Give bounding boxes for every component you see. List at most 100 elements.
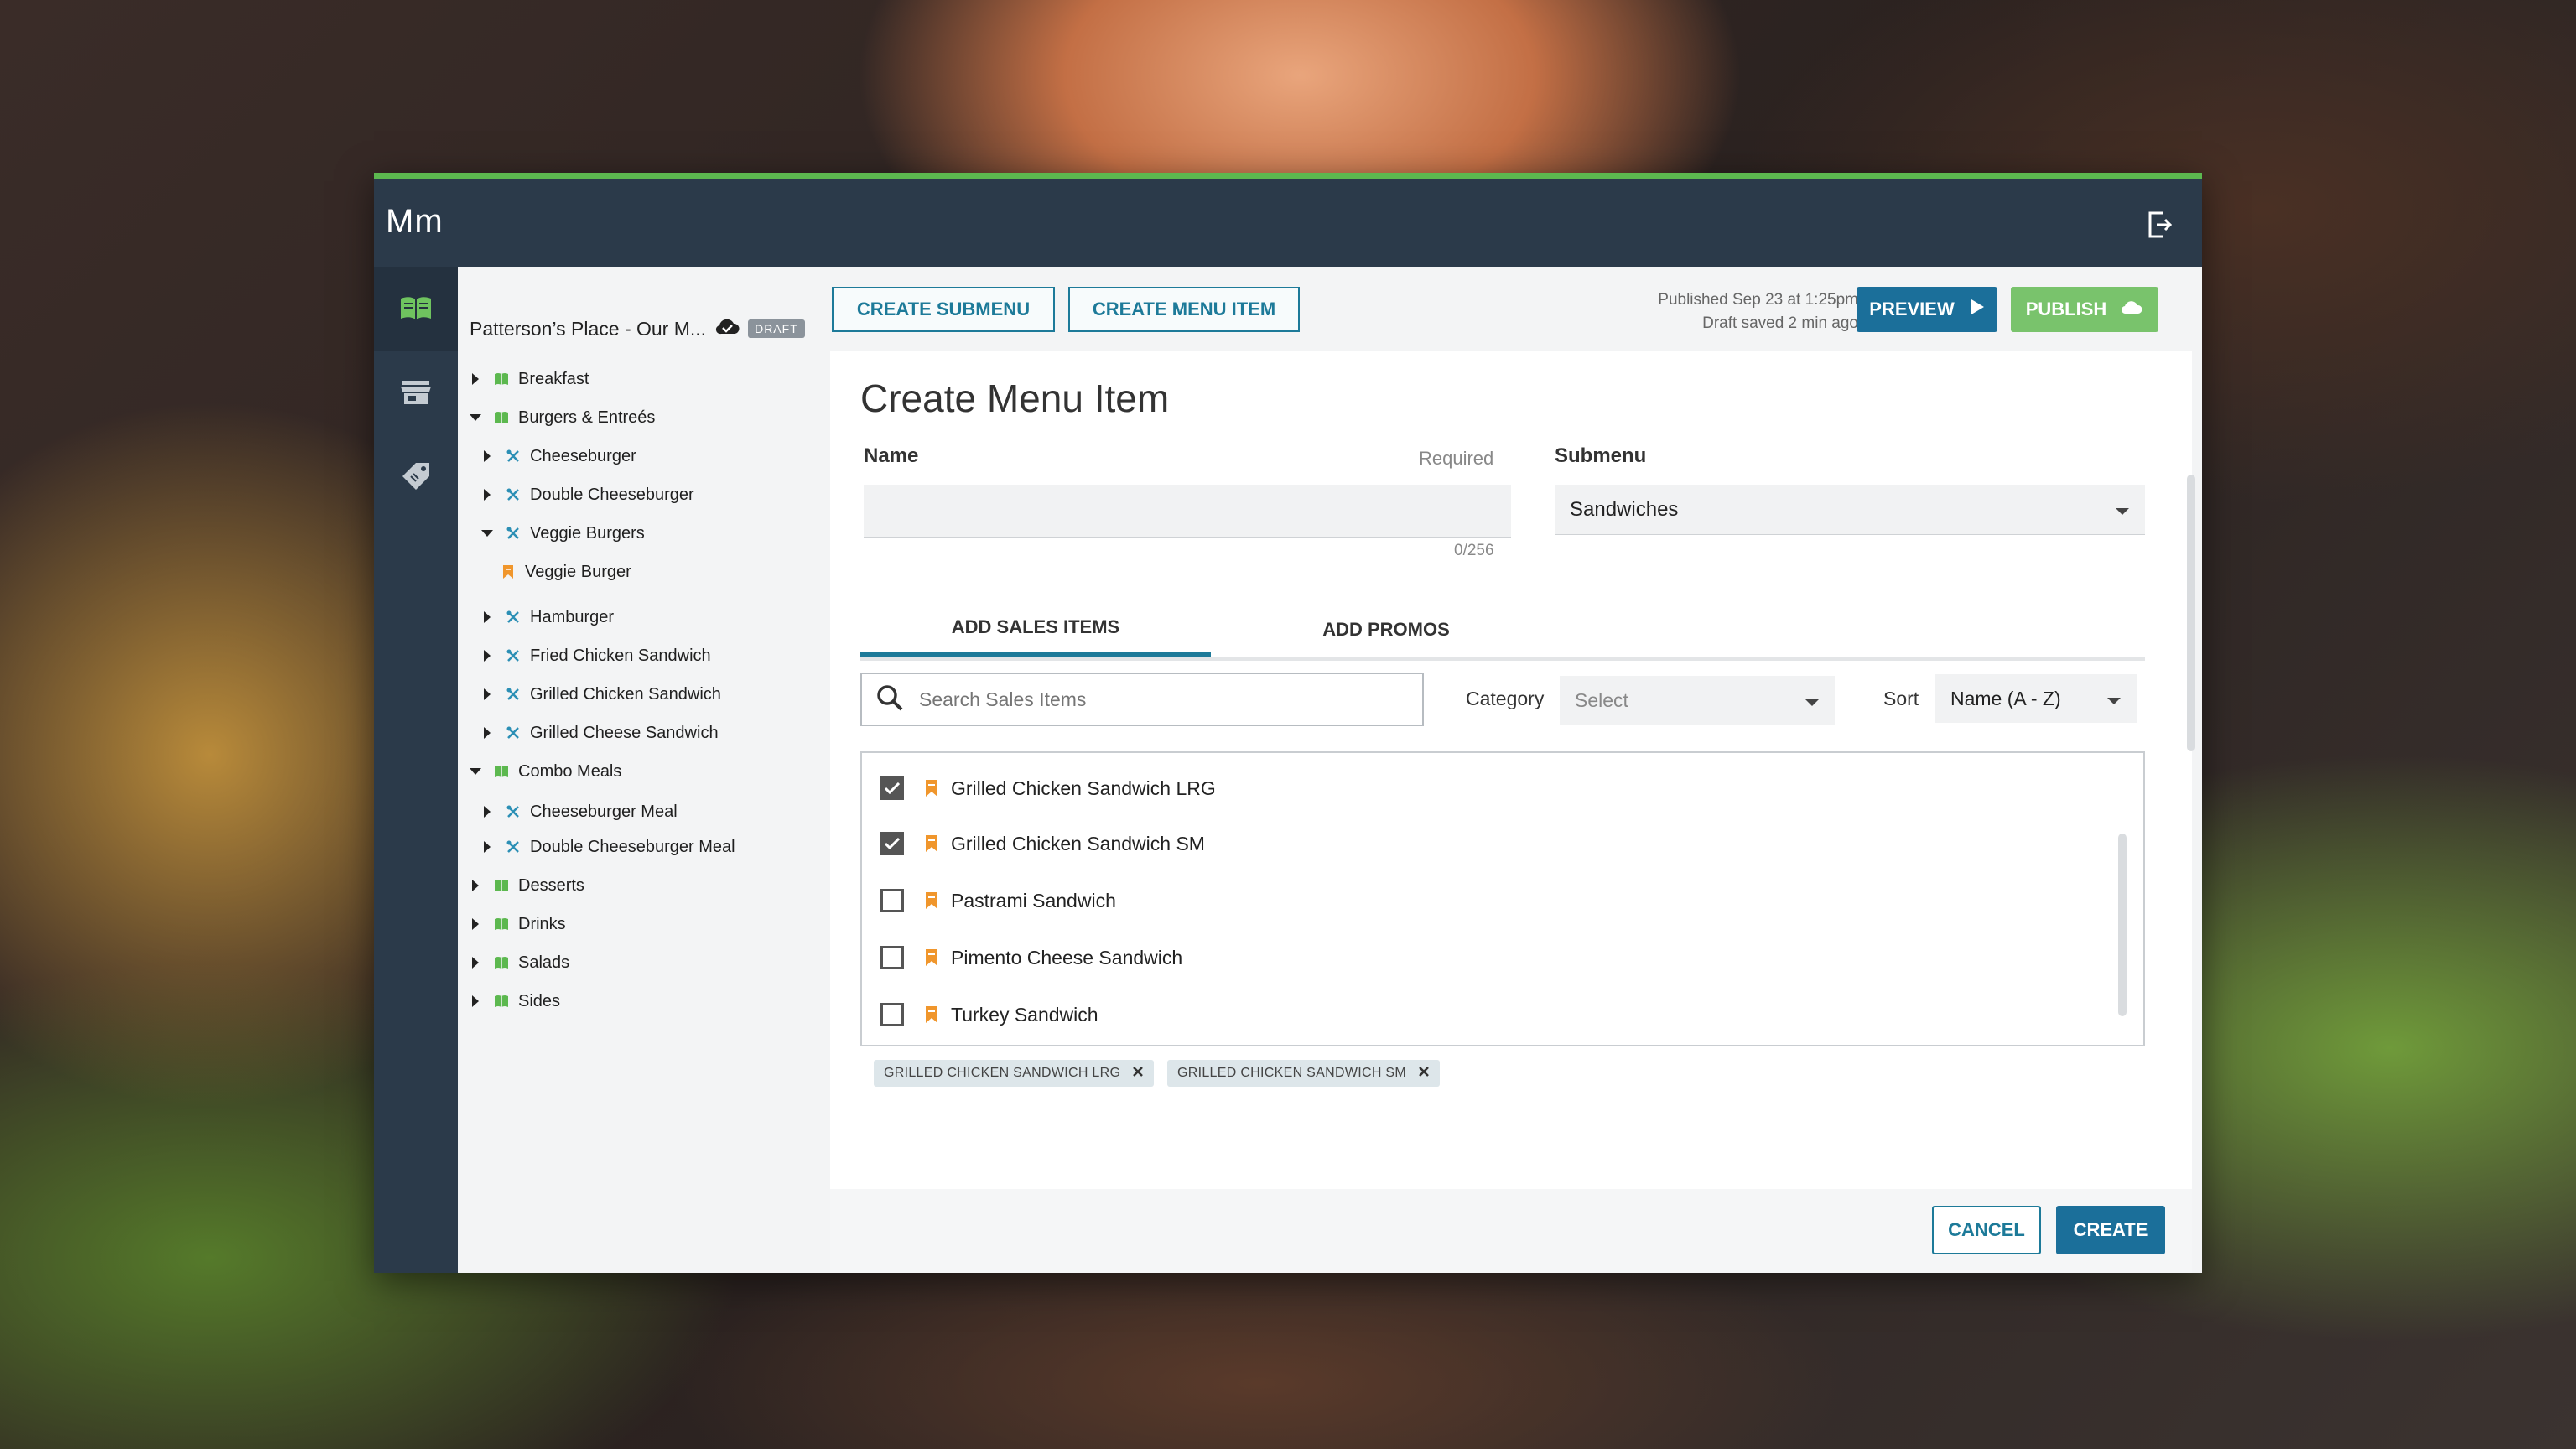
close-icon[interactable] [1418, 1066, 1430, 1082]
tree-item[interactable]: Cheeseburger Meal [478, 795, 678, 828]
utensils-icon [505, 686, 522, 703]
tab-add-promos[interactable]: ADD PROMOS [1211, 602, 1561, 657]
name-input[interactable] [864, 485, 1511, 538]
search-icon [875, 683, 904, 716]
sales-items-list: Grilled Chicken Sandwich LRG Grilled Chic… [860, 751, 2145, 1046]
checkbox[interactable] [880, 946, 904, 969]
store-icon[interactable] [374, 351, 458, 434]
bookmark-icon [924, 834, 939, 853]
sales-item-row[interactable]: Pimento Cheese Sandwich [880, 932, 1182, 983]
menu-book-icon[interactable] [374, 267, 458, 351]
checkbox-checked[interactable] [880, 776, 904, 800]
logout-icon[interactable] [2147, 210, 2174, 240]
bookmark-icon [924, 948, 939, 967]
chevron-down-icon [2106, 688, 2122, 710]
tree-item[interactable]: Veggie Burger [491, 555, 631, 589]
caret-down-icon[interactable] [478, 524, 496, 543]
menu-book-icon [493, 877, 510, 894]
publish-label: PUBLISH [2025, 299, 2107, 319]
sales-item-label: Grilled Chicken Sandwich SM [951, 832, 1205, 854]
caret-right-icon[interactable] [478, 724, 496, 742]
caret-right-icon[interactable] [478, 447, 496, 465]
bookmark-icon [500, 564, 517, 580]
cancel-button[interactable]: CANCEL [1932, 1206, 2041, 1254]
create-button[interactable]: CREATE [2056, 1206, 2165, 1254]
sales-item-label: Turkey Sandwich [951, 1003, 1098, 1026]
category-label: Category [1466, 688, 1545, 709]
preview-button[interactable]: PREVIEW [1857, 287, 1997, 332]
tree-item[interactable]: Breakfast [466, 362, 589, 396]
selected-item-chip: GRILLED CHICKEN SANDWICH SM [1167, 1060, 1441, 1087]
sort-select[interactable]: Name (A - Z) [1935, 674, 2137, 723]
close-icon[interactable] [1132, 1066, 1144, 1082]
tree-item[interactable]: Grilled Cheese Sandwich [478, 716, 719, 750]
sales-item-row[interactable]: Turkey Sandwich [880, 989, 1098, 1040]
create-menu-item-button[interactable]: CREATE MENU ITEM [1068, 287, 1300, 332]
app-logo: Mm [386, 203, 444, 240]
utensils-icon [505, 609, 522, 626]
caret-right-icon[interactable] [478, 838, 496, 856]
menu-book-icon [493, 371, 510, 387]
tree-item[interactable]: Burgers & Entreés [466, 401, 655, 434]
tree-item[interactable]: Desserts [466, 869, 584, 902]
tab-add-sales-items[interactable]: ADD SALES ITEMS [860, 602, 1211, 657]
menu-tree-header: Patterson’s Place - Our M... DRAFT [470, 317, 805, 340]
draft-saved-timestamp: Draft saved 2 min ago [1702, 314, 1858, 332]
create-submenu-button[interactable]: CREATE SUBMENU [832, 287, 1055, 332]
sales-item-label: Grilled Chicken Sandwich LRG [951, 776, 1216, 799]
create-menu-item-card: Create Menu Item Name Required 0/256 Sub… [830, 351, 2195, 1273]
card-scrollbar[interactable] [2187, 475, 2195, 751]
caret-right-icon[interactable] [478, 685, 496, 704]
tree-item[interactable]: Double Cheeseburger [478, 478, 694, 512]
tree-item[interactable]: Hamburger [478, 600, 614, 634]
tree-item-label: Hamburger [530, 607, 615, 626]
caret-right-icon[interactable] [478, 802, 496, 821]
form-footer: CANCEL CREATE [830, 1189, 2192, 1273]
accent-bar [374, 173, 2202, 179]
tree-item[interactable]: Grilled Chicken Sandwich [478, 678, 721, 711]
tree-item-label: Sides [518, 991, 561, 1010]
sales-item-row[interactable]: Grilled Chicken Sandwich LRG [880, 763, 1216, 813]
chip-label: GRILLED CHICKEN SANDWICH SM [1177, 1066, 1407, 1080]
play-icon [1970, 299, 1985, 320]
publish-button[interactable]: PUBLISH [2011, 287, 2158, 332]
submenu-select[interactable]: Sandwiches [1555, 485, 2145, 535]
caret-right-icon[interactable] [478, 608, 496, 626]
tree-item[interactable]: Combo Meals [466, 755, 621, 788]
checkbox-checked[interactable] [880, 832, 904, 855]
nav-rail [374, 267, 458, 1273]
caret-down-icon[interactable] [466, 762, 485, 781]
tree-item[interactable]: Double Cheeseburger Meal [478, 830, 735, 864]
tree-item[interactable]: Fried Chicken Sandwich [478, 639, 711, 673]
caret-right-icon[interactable] [466, 992, 485, 1010]
tree-item[interactable]: Cheeseburger [478, 439, 636, 473]
caret-right-icon[interactable] [466, 370, 485, 388]
caret-right-icon[interactable] [466, 915, 485, 933]
sales-item-label: Pastrami Sandwich [951, 889, 1116, 911]
caret-down-icon[interactable] [466, 408, 485, 427]
bookmark-icon [924, 891, 939, 910]
sales-item-row[interactable]: Grilled Chicken Sandwich SM [880, 818, 1205, 869]
caret-right-icon[interactable] [478, 486, 496, 504]
category-value: Select [1575, 688, 1628, 711]
tree-item-label: Veggie Burger [525, 562, 631, 581]
sales-item-row[interactable]: Pastrami Sandwich [880, 875, 1116, 926]
tree-item[interactable]: Sides [466, 984, 560, 1018]
menu-book-icon [493, 763, 510, 780]
tree-item-label: Desserts [518, 875, 584, 895]
caret-right-icon[interactable] [466, 876, 485, 895]
tree-item-label: Breakfast [518, 369, 589, 388]
tree-item-label: Double Cheeseburger Meal [530, 837, 735, 856]
checkbox[interactable] [880, 889, 904, 912]
category-select[interactable]: Select [1560, 676, 1835, 724]
caret-right-icon[interactable] [466, 953, 485, 972]
search-input[interactable] [917, 687, 1390, 712]
tree-item[interactable]: Drinks [466, 907, 566, 941]
list-scrollbar[interactable] [2118, 834, 2127, 1016]
tree-item[interactable]: Salads [466, 946, 569, 979]
tag-icon[interactable] [374, 434, 458, 518]
tree-item[interactable]: Veggie Burgers [478, 517, 645, 550]
checkbox[interactable] [880, 1003, 904, 1026]
caret-right-icon[interactable] [478, 647, 496, 665]
tree-item-label: Double Cheeseburger [530, 485, 694, 504]
